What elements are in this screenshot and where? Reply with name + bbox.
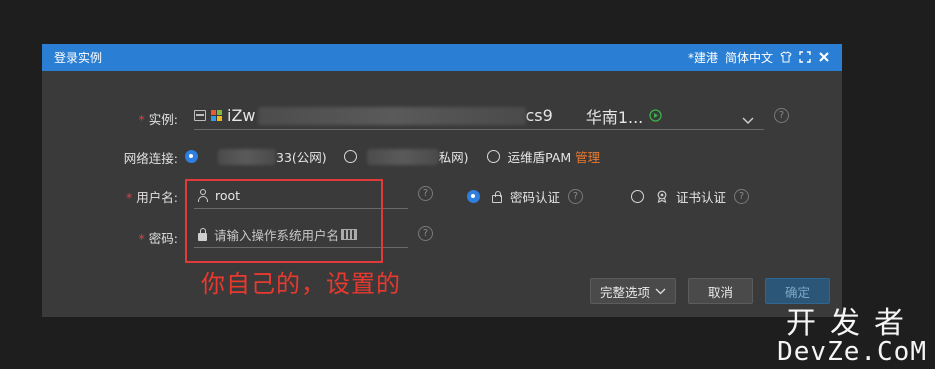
auth-cert-help-icon[interactable]: ? — [734, 189, 750, 204]
auth-options: 密码认证 ? 证书认证 ? — [467, 187, 750, 206]
network-pam-radio[interactable] — [486, 150, 500, 163]
server-icon — [194, 110, 206, 121]
auth-password-radio[interactable] — [467, 190, 480, 203]
network-private-radio[interactable] — [343, 150, 357, 163]
network-pam-label: 运维盾PAM — [507, 150, 572, 165]
username-label: * 用户名: — [126, 190, 178, 205]
redacted-private-ip — [366, 148, 439, 165]
certificate-icon — [656, 190, 668, 203]
network-public-radio[interactable] — [185, 150, 198, 163]
close-icon[interactable] — [818, 51, 830, 65]
confirm-button[interactable]: 确定 — [765, 278, 830, 304]
region-badge[interactable]: *建港 — [688, 49, 718, 66]
windows-logo-icon — [211, 110, 222, 121]
network-private-label: 私网) — [438, 150, 469, 165]
auth-password-help-icon[interactable]: ? — [568, 189, 584, 204]
network-options: 33(公网) 私网) 运维盾PAM 管理 — [185, 147, 600, 166]
cancel-button[interactable]: 取消 — [688, 278, 753, 304]
instance-select[interactable]: iZw cs9 华南1... — [194, 102, 764, 130]
password-help-icon[interactable]: ? — [418, 226, 433, 241]
expand-icon[interactable] — [799, 50, 811, 65]
watermark-cn: 开发者 — [786, 306, 919, 341]
network-public-label: 33(公网) — [276, 150, 327, 165]
annotation-text: 你自己的，设置的 — [201, 270, 401, 298]
lock-icon — [492, 190, 502, 203]
username-help-icon[interactable]: ? — [418, 186, 433, 201]
language-selector[interactable]: 简体中文 — [725, 49, 773, 66]
manage-link[interactable]: 管理 — [575, 147, 600, 166]
password-label: * 密码: — [138, 231, 178, 246]
chevron-down-icon[interactable] — [742, 110, 754, 129]
running-status-icon — [649, 109, 662, 122]
redacted-instance-id — [257, 106, 526, 125]
auth-password-label: 密码认证 — [510, 190, 561, 205]
login-instance-dialog: 登录实例 *建港 简体中文 — [42, 44, 842, 317]
instance-name-prefix: iZw — [227, 106, 256, 125]
watermark-en: DevZe.CoM — [777, 337, 927, 367]
instance-help-icon[interactable]: ? — [774, 108, 789, 123]
dialog-titlebar: 登录实例 *建港 简体中文 — [42, 44, 842, 71]
titlebar-controls: *建港 简体中文 — [688, 49, 830, 66]
instance-region: 华南1... — [585, 107, 644, 127]
instance-label: * 实例: — [138, 112, 178, 127]
watermark: 开发者 DevZe.CoM — [777, 306, 927, 367]
advanced-options-button[interactable]: 完整选项 — [590, 278, 676, 304]
auth-cert-label: 证书认证 — [676, 190, 727, 205]
instance-name-suffix: cs9 — [525, 106, 553, 125]
annotation-highlight-box — [185, 179, 383, 263]
network-label: 网络连接: — [123, 151, 178, 166]
dialog-title: 登录实例 — [54, 51, 103, 65]
redacted-public-ip — [218, 148, 276, 165]
auth-cert-radio[interactable] — [631, 190, 645, 203]
shirt-icon[interactable] — [780, 50, 792, 65]
chevron-down-icon — [655, 288, 666, 294]
